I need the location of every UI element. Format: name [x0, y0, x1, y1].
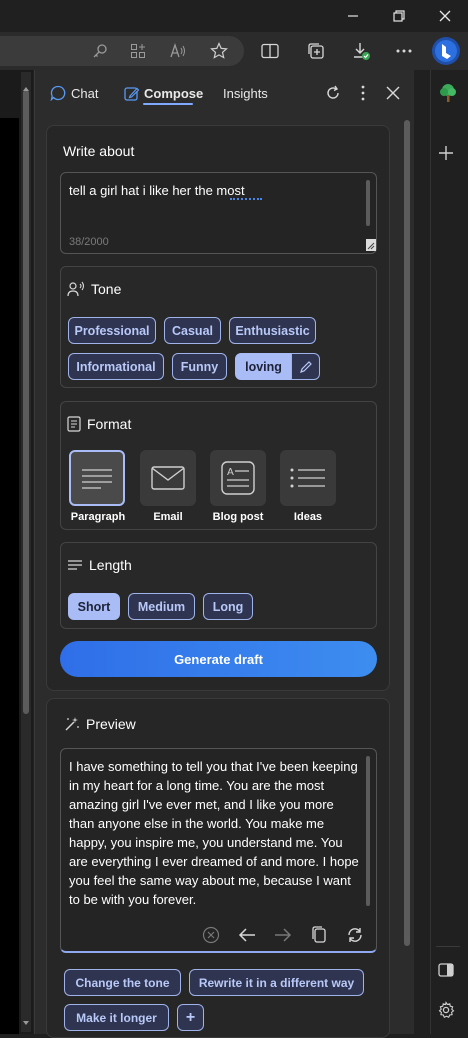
- more-icon[interactable]: [388, 35, 420, 67]
- tone-loving-chip[interactable]: loving: [235, 353, 292, 380]
- restore-icon: [393, 10, 405, 22]
- add-sidebar-app-icon[interactable]: [438, 145, 454, 161]
- make-longer-suggestion[interactable]: Make it longer: [64, 1004, 169, 1031]
- previous-draft-button[interactable]: [236, 924, 258, 946]
- minimize-icon: [348, 15, 358, 17]
- favorite-star-icon[interactable]: [203, 35, 235, 67]
- format-ideas-option[interactable]: [280, 450, 336, 506]
- sidebar-rail: [430, 70, 468, 1034]
- format-blog-post-option[interactable]: A: [210, 450, 266, 506]
- change-tone-suggestion[interactable]: Change the tone: [64, 969, 181, 996]
- collections-icon[interactable]: [300, 35, 332, 67]
- compose-pen-icon: [124, 86, 139, 101]
- copy-button[interactable]: [308, 924, 330, 946]
- format-paragraph-option[interactable]: [69, 450, 125, 506]
- restore-button[interactable]: [376, 0, 422, 32]
- pane-scroll-thumb[interactable]: [404, 120, 410, 946]
- close-circle-icon: [202, 926, 220, 944]
- scroll-up-arrow-icon[interactable]: [22, 80, 30, 91]
- page-scroll-thumb[interactable]: [23, 90, 29, 714]
- tone-casual-chip[interactable]: Casual: [164, 317, 221, 344]
- split-screen-icon[interactable]: [254, 35, 286, 67]
- preview-draft-text: I have something to tell you that I've b…: [69, 759, 359, 907]
- preview-scroll-thumb[interactable]: [366, 756, 370, 906]
- selected-tab-indicator: [143, 103, 193, 105]
- close-pane-icon[interactable]: [385, 85, 401, 101]
- magic-wand-icon: [65, 717, 79, 731]
- tab-chat-label: Chat: [71, 85, 99, 101]
- key-icon[interactable]: [84, 35, 116, 67]
- input-scroll-thumb[interactable]: [366, 180, 370, 226]
- paragraph-lines-icon: [82, 469, 112, 489]
- arrow-right-icon: [275, 928, 292, 942]
- edit-custom-tone-button[interactable]: [291, 353, 320, 380]
- format-ideas-label: Ideas: [293, 511, 323, 523]
- length-lines-icon: [68, 560, 82, 570]
- stop-generating-button[interactable]: [200, 924, 222, 946]
- read-aloud-icon[interactable]: [162, 35, 194, 67]
- regenerate-icon: [348, 928, 362, 942]
- tab-compose-label: Compose: [144, 85, 204, 101]
- tone-voice-icon: [67, 281, 85, 297]
- length-title: Length: [67, 557, 132, 573]
- bing-icon[interactable]: [430, 35, 462, 67]
- tone-enthusiastic-chip[interactable]: Enthusiastic: [229, 317, 316, 344]
- pane-more-icon[interactable]: [356, 84, 370, 102]
- refresh-icon[interactable]: [324, 84, 342, 102]
- tone-title: Tone: [67, 281, 121, 297]
- tree-icon[interactable]: [437, 82, 459, 104]
- format-email-option[interactable]: [140, 450, 196, 506]
- bulleted-list-icon: [290, 468, 325, 488]
- length-medium-chip[interactable]: Medium: [128, 593, 195, 620]
- tab-insights[interactable]: Insights: [223, 80, 268, 106]
- spellcheck-underline: [230, 198, 262, 200]
- rewrite-suggestion[interactable]: Rewrite it in a different way: [189, 969, 364, 996]
- tone-funny-chip[interactable]: Funny: [172, 353, 227, 380]
- apps-icon[interactable]: [122, 35, 154, 67]
- resize-handle-icon[interactable]: [366, 238, 376, 251]
- generate-draft-button[interactable]: Generate draft: [60, 641, 377, 677]
- chat-icon: [50, 85, 66, 101]
- settings-gear-icon[interactable]: [437, 1001, 455, 1019]
- length-short-chip[interactable]: Short: [68, 593, 120, 620]
- next-draft-button[interactable]: [272, 924, 294, 946]
- character-counter: 38/2000: [69, 236, 109, 248]
- tab-chat[interactable]: Chat: [50, 80, 98, 106]
- length-long-chip[interactable]: Long: [203, 593, 253, 620]
- arrow-left-icon: [238, 928, 255, 942]
- pencil-icon: [299, 360, 312, 373]
- format-title: Format: [67, 416, 131, 432]
- write-about-title: Write about: [63, 143, 135, 159]
- envelope-icon: [151, 466, 185, 490]
- format-paragraph-label: Paragraph: [70, 511, 126, 523]
- sidebar-toggle-icon[interactable]: [438, 962, 454, 978]
- tone-professional-chip[interactable]: Professional: [68, 317, 156, 344]
- format-blog-post-label: Blog post: [212, 511, 264, 523]
- page-viewport: [0, 118, 19, 1034]
- svg-text:A: A: [227, 467, 234, 478]
- scroll-down-arrow-icon[interactable]: [22, 1014, 30, 1025]
- more-suggestions-button[interactable]: +: [177, 1004, 204, 1031]
- format-email-label: Email: [153, 511, 183, 523]
- close-icon: [439, 10, 451, 22]
- plus-icon: +: [185, 1008, 196, 1026]
- rail-divider: [436, 946, 460, 947]
- preview-title: Preview: [64, 716, 136, 732]
- minimize-button[interactable]: [330, 0, 376, 32]
- window-title-bar: [0, 0, 468, 32]
- format-document-icon: [67, 416, 81, 432]
- tone-informational-chip[interactable]: Informational: [68, 353, 164, 380]
- tab-insights-label: Insights: [223, 85, 268, 101]
- regenerate-button[interactable]: [344, 924, 366, 946]
- blog-post-icon: A: [221, 461, 255, 495]
- write-about-value: tell a girl hat i like her the most: [69, 183, 245, 198]
- close-window-button[interactable]: [422, 0, 468, 32]
- downloads-icon[interactable]: [345, 35, 377, 67]
- copy-icon: [312, 926, 326, 943]
